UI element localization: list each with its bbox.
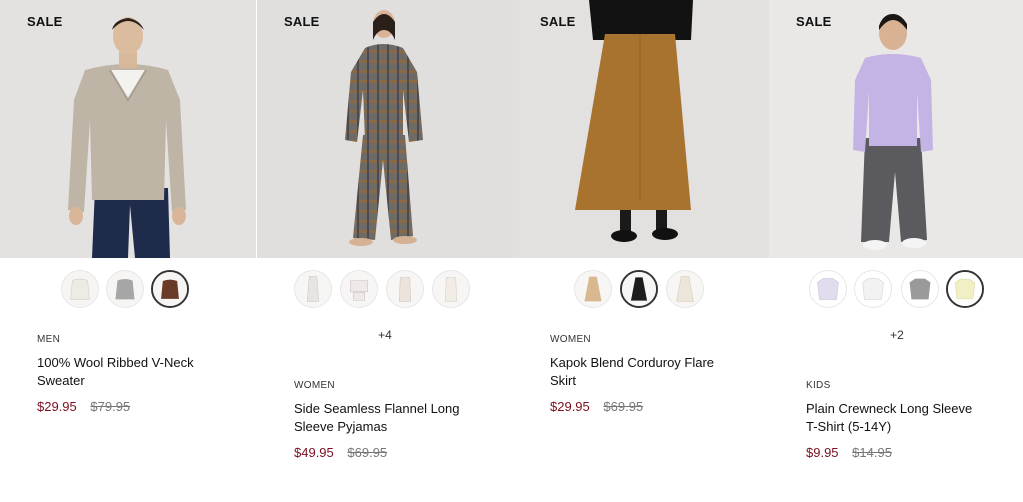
product-name[interactable]: Plain Crewneck Long Sleeve T-Shirt (5-14… (806, 400, 1006, 436)
sale-badge: SALE (540, 14, 576, 29)
sale-price: $29.95 (37, 399, 77, 414)
more-colors-count[interactable]: +4 (257, 328, 513, 342)
product-name-line: 100% Wool Ribbed V-Neck (37, 355, 194, 370)
sale-price: $9.95 (806, 445, 839, 460)
product-card[interactable]: SALE +4 WOMEN Side Seamless Flannel Long… (257, 0, 513, 502)
product-name-line: Skirt (550, 373, 576, 388)
product-info: KIDS Plain Crewneck Long Sleeve T-Shirt … (806, 380, 1006, 460)
color-swatches (257, 270, 513, 308)
color-swatches (769, 270, 1023, 308)
product-card[interactable]: SALE +2 KIDS Plain Crewneck Long Sleeve … (769, 0, 1023, 502)
product-card[interactable]: SALE WOMEN Kapok Blend Corduroy Flare Sk… (513, 0, 769, 502)
product-card[interactable]: SALE MEN 100% Wool Ribbed V-Neck Sweater… (0, 0, 256, 502)
sale-badge: SALE (27, 14, 63, 29)
product-name-line: Kapok Blend Corduroy Flare (550, 355, 715, 370)
original-price: $69.95 (603, 399, 644, 414)
sale-price: $49.95 (294, 445, 334, 460)
color-swatch[interactable] (809, 270, 847, 308)
product-name-line: Plain Crewneck Long Sleeve (806, 401, 973, 416)
product-category: MEN (37, 334, 61, 345)
color-swatch[interactable] (294, 270, 332, 308)
product-name-line: T-Shirt (5-14Y) (806, 419, 892, 434)
color-swatch[interactable] (854, 270, 892, 308)
color-swatch[interactable] (386, 270, 424, 308)
product-info: MEN 100% Wool Ribbed V-Neck Sweater $29.… (37, 334, 237, 414)
product-name[interactable]: Kapok Blend Corduroy Flare Skirt (550, 354, 750, 390)
product-name-line: Sweater (37, 373, 85, 388)
product-price: $9.95 $14.95 (806, 445, 1006, 460)
product-name-line: Side Seamless Flannel Long (294, 401, 460, 416)
product-price: $49.95 $69.95 (294, 445, 494, 460)
more-colors-count[interactable]: +2 (769, 328, 1023, 342)
product-image[interactable]: SALE (769, 0, 1023, 258)
color-swatch[interactable] (432, 270, 470, 308)
color-swatch[interactable] (666, 270, 704, 308)
original-price: $79.95 (90, 399, 131, 414)
product-image[interactable]: SALE (257, 0, 513, 258)
product-name-line: Sleeve Pyjamas (294, 419, 388, 434)
color-swatches (0, 270, 256, 308)
product-category: WOMEN (294, 380, 335, 391)
color-swatch-selected[interactable] (151, 270, 189, 308)
original-price: $69.95 (347, 445, 388, 460)
product-info: WOMEN Side Seamless Flannel Long Sleeve … (294, 380, 494, 460)
product-category: WOMEN (550, 334, 591, 345)
product-image[interactable]: SALE (513, 0, 769, 258)
product-name[interactable]: 100% Wool Ribbed V-Neck Sweater (37, 354, 237, 390)
product-price: $29.95 $79.95 (37, 399, 237, 414)
color-swatch[interactable] (106, 270, 144, 308)
product-price: $29.95 $69.95 (550, 399, 750, 414)
product-name[interactable]: Side Seamless Flannel Long Sleeve Pyjama… (294, 400, 494, 436)
product-image[interactable]: SALE (0, 0, 256, 258)
sale-badge: SALE (796, 14, 832, 29)
color-swatches (513, 270, 769, 308)
product-grid: SALE MEN 100% Wool Ribbed V-Neck Sweater… (0, 0, 1023, 502)
color-swatch[interactable] (901, 270, 939, 308)
product-info: WOMEN Kapok Blend Corduroy Flare Skirt $… (550, 334, 750, 414)
color-swatch[interactable] (574, 270, 612, 308)
color-swatch-selected[interactable] (946, 270, 984, 308)
color-swatch[interactable] (61, 270, 99, 308)
sale-badge: SALE (284, 14, 320, 29)
color-swatch-selected[interactable] (620, 270, 658, 308)
original-price: $14.95 (852, 445, 892, 460)
sale-price: $29.95 (550, 399, 590, 414)
color-swatch[interactable] (340, 270, 378, 308)
product-category: KIDS (806, 380, 831, 391)
